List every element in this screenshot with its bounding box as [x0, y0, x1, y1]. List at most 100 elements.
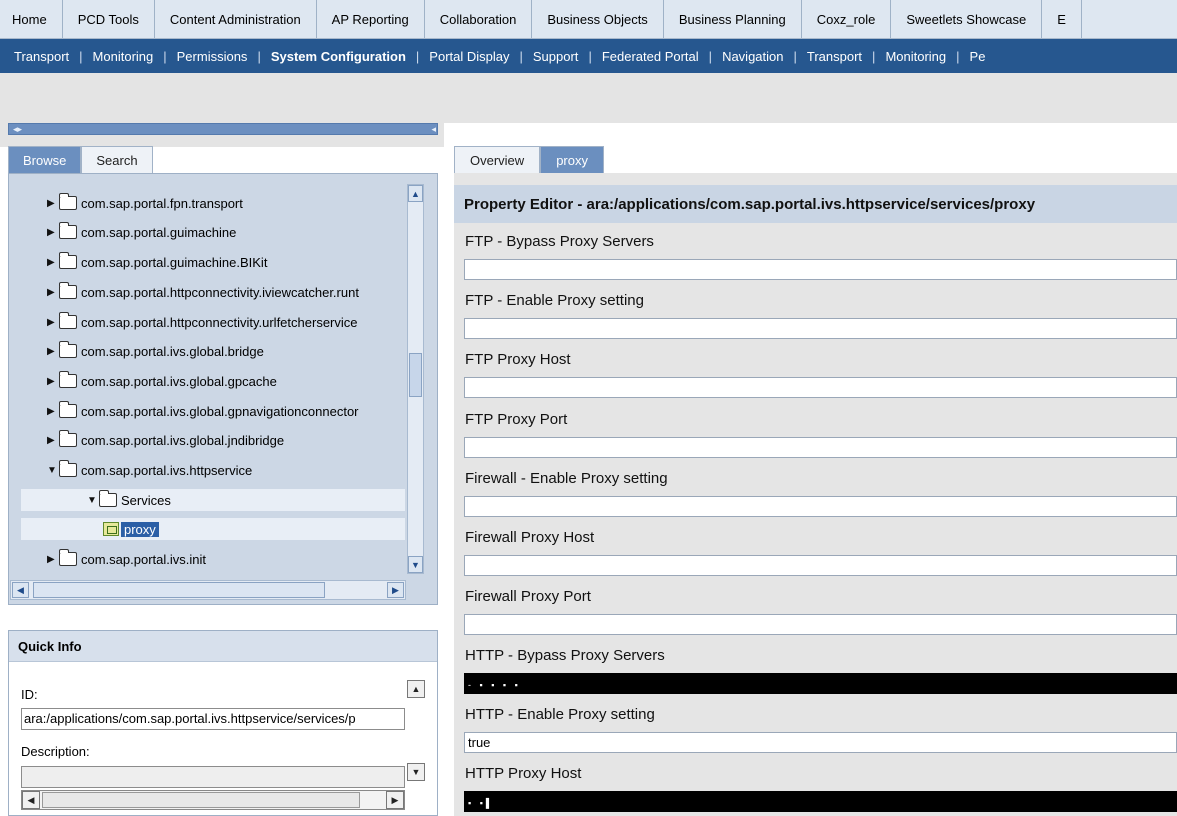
- expand-arrow-icon[interactable]: ▶: [47, 287, 59, 298]
- property-value-field[interactable]: [464, 318, 1177, 339]
- tree-node[interactable]: ▶ com.sap.portal.ivs.global.jndibridge: [47, 429, 284, 451]
- tree-node-label[interactable]: com.sap.portal.ivs.global.gpcache: [81, 374, 277, 389]
- sub-nav-permissions[interactable]: Permissions: [167, 49, 258, 64]
- tree-node-services[interactable]: ▼ Services: [21, 489, 405, 511]
- top-nav-tab-home[interactable]: Home: [0, 0, 63, 38]
- property-value-field-redacted[interactable]: ▪ ▪▌: [464, 791, 1177, 812]
- expand-arrow-icon[interactable]: ▶: [47, 376, 59, 387]
- panel-splitter[interactable]: ◂▸ ◂: [8, 123, 438, 135]
- expand-arrow-icon[interactable]: ▶: [47, 227, 59, 238]
- tree-node-label[interactable]: com.sap.portal.fpn.transport: [81, 196, 243, 211]
- top-nav-tab-collaboration[interactable]: Collaboration: [425, 0, 533, 38]
- expand-arrow-icon[interactable]: ▶: [47, 346, 59, 357]
- property-value-field[interactable]: [464, 555, 1177, 576]
- scroll-down-icon[interactable]: ▼: [408, 556, 423, 573]
- top-nav-tab-pcd-tools[interactable]: PCD Tools: [63, 0, 155, 38]
- sub-nav-item-active[interactable]: System Configuration |: [261, 49, 419, 64]
- property-value-field-redacted[interactable]: - ▪ ▪ ▪ ▪: [464, 673, 1177, 694]
- property-value-field[interactable]: [464, 377, 1177, 398]
- tree-node-label[interactable]: com.sap.portal.httpconnectivity.urlfetch…: [81, 315, 358, 330]
- tree-node[interactable]: ▶ com.sap.portal.httpconnectivity.iviewca…: [47, 281, 359, 303]
- top-nav-tab-business-objects[interactable]: Business Objects: [532, 0, 664, 38]
- sub-nav-item[interactable]: Federated Portal |: [592, 49, 712, 64]
- tree-node[interactable]: ▶ com.sap.portal.ivs.global.gpcache: [47, 370, 277, 392]
- sub-nav-portal-display[interactable]: Portal Display: [419, 49, 519, 64]
- scroll-right-icon[interactable]: ▶: [386, 791, 404, 809]
- tree-node[interactable]: ▶ com.sap.portal.httpconnectivity.urlfetc…: [47, 311, 358, 333]
- id-field[interactable]: ara:/applications/com.sap.portal.ivs.htt…: [21, 708, 405, 730]
- tree-node-label[interactable]: com.sap.portal.ivs.init: [81, 552, 206, 567]
- sub-nav-item[interactable]: Portal Display |: [419, 49, 523, 64]
- scroll-up-icon[interactable]: ▲: [407, 680, 425, 698]
- sub-nav-support[interactable]: Support: [523, 49, 589, 64]
- top-nav-tab-truncated[interactable]: E: [1042, 0, 1082, 38]
- property-value-field[interactable]: true: [464, 732, 1177, 753]
- top-nav-tab-content-administration[interactable]: Content Administration: [155, 0, 317, 38]
- property-value-field[interactable]: [464, 259, 1177, 280]
- tree-node[interactable]: ▶ com.sap.portal.guimachine: [47, 221, 236, 243]
- scroll-left-icon[interactable]: ◀: [12, 582, 29, 598]
- tree-vertical-scrollbar[interactable]: ▲ ▼: [407, 184, 424, 574]
- tree-node[interactable]: ▶ com.sap.portal.fpn.transport: [47, 192, 243, 214]
- tree-node-label[interactable]: com.sap.portal.ivs.httpservice: [81, 463, 252, 478]
- tree-node-label-selected[interactable]: proxy: [121, 521, 159, 537]
- top-nav-tab-coxz-role[interactable]: Coxz_role: [802, 0, 892, 38]
- tree-node-label[interactable]: Services: [121, 493, 171, 508]
- quick-info-horizontal-scrollbar[interactable]: ◀ ▶: [21, 790, 405, 810]
- tree-node-label[interactable]: com.sap.portal.ivs.global.gpnavigationco…: [81, 404, 359, 419]
- scroll-thumb[interactable]: [42, 792, 360, 808]
- tree-node-label[interactable]: com.sap.portal.httpconnectivity.iviewcat…: [81, 285, 359, 300]
- expand-arrow-icon[interactable]: ▶: [47, 317, 59, 328]
- property-value-field[interactable]: [464, 496, 1177, 517]
- scroll-up-icon[interactable]: ▲: [408, 185, 423, 202]
- tree-node-label[interactable]: com.sap.portal.ivs.global.jndibridge: [81, 433, 284, 448]
- sub-nav-item[interactable]: Transport |: [797, 49, 876, 64]
- sub-nav-item[interactable]: Pe: [960, 49, 996, 64]
- scroll-left-icon[interactable]: ◀: [22, 791, 40, 809]
- tree-node-proxy[interactable]: proxy: [21, 518, 405, 540]
- tree-node-expanded[interactable]: ▼ com.sap.portal.ivs.httpservice: [47, 459, 252, 481]
- sub-nav-federated-portal[interactable]: Federated Portal: [592, 49, 709, 64]
- sub-nav-item[interactable]: Monitoring |: [83, 49, 167, 64]
- collapse-arrow-icon[interactable]: ▼: [47, 465, 59, 476]
- collapse-arrow-icon[interactable]: ▼: [87, 495, 99, 506]
- sub-nav-navigation[interactable]: Navigation: [712, 49, 793, 64]
- sub-nav-item[interactable]: Support |: [523, 49, 592, 64]
- sub-nav-transport[interactable]: Transport: [0, 49, 79, 64]
- scroll-thumb[interactable]: [409, 353, 422, 397]
- scroll-down-icon[interactable]: ▼: [407, 763, 425, 781]
- sub-nav-system-configuration[interactable]: System Configuration: [261, 49, 416, 64]
- top-nav-tab-sweetlets-showcase[interactable]: Sweetlets Showcase: [891, 0, 1043, 38]
- expand-arrow-icon[interactable]: ▶: [47, 554, 59, 565]
- property-value-field[interactable]: [464, 437, 1177, 458]
- sub-nav-monitoring-2[interactable]: Monitoring: [875, 49, 956, 64]
- tree-node-label[interactable]: com.sap.portal.guimachine.BIKit: [81, 255, 267, 270]
- tree-node-label[interactable]: com.sap.portal.guimachine: [81, 225, 236, 240]
- scroll-right-icon[interactable]: ▶: [387, 582, 404, 598]
- sub-nav-monitoring[interactable]: Monitoring: [83, 49, 164, 64]
- tree-node[interactable]: ▶ com.sap.portal.ivs.global.bridge: [47, 340, 264, 362]
- scroll-thumb[interactable]: [33, 582, 325, 598]
- description-field[interactable]: [21, 766, 405, 788]
- tree-node[interactable]: ▶ com.sap.portal.guimachine.BIKit: [47, 251, 267, 273]
- tree-horizontal-scrollbar[interactable]: ◀ ▶: [10, 580, 406, 600]
- tab-overview[interactable]: Overview: [454, 146, 541, 173]
- sub-nav-truncated[interactable]: Pe: [960, 49, 996, 64]
- tree-node-label[interactable]: com.sap.portal.ivs.global.bridge: [81, 344, 264, 359]
- expand-arrow-icon[interactable]: ▶: [47, 406, 59, 417]
- tab-proxy[interactable]: proxy: [540, 146, 604, 173]
- tab-browse[interactable]: Browse: [8, 146, 82, 173]
- top-nav-tab-business-planning[interactable]: Business Planning: [664, 0, 802, 38]
- tab-search[interactable]: Search: [81, 146, 153, 173]
- tree-node[interactable]: ▶ com.sap.portal.ivs.init: [47, 548, 206, 570]
- tree-node[interactable]: ▶ com.sap.portal.ivs.global.gpnavigationc…: [47, 400, 359, 422]
- expand-arrow-icon[interactable]: ▶: [47, 198, 59, 209]
- expand-arrow-icon[interactable]: ▶: [47, 257, 59, 268]
- sub-nav-item[interactable]: Navigation |: [712, 49, 797, 64]
- collapse-arrow-icon[interactable]: ◂: [431, 124, 436, 134]
- collapse-left-icon[interactable]: ◂▸: [13, 124, 22, 134]
- sub-nav-item[interactable]: Transport |: [0, 49, 83, 64]
- sub-nav-item[interactable]: Monitoring |: [875, 49, 959, 64]
- top-nav-tab-ap-reporting[interactable]: AP Reporting: [317, 0, 425, 38]
- sub-nav-item[interactable]: Permissions |: [167, 49, 261, 64]
